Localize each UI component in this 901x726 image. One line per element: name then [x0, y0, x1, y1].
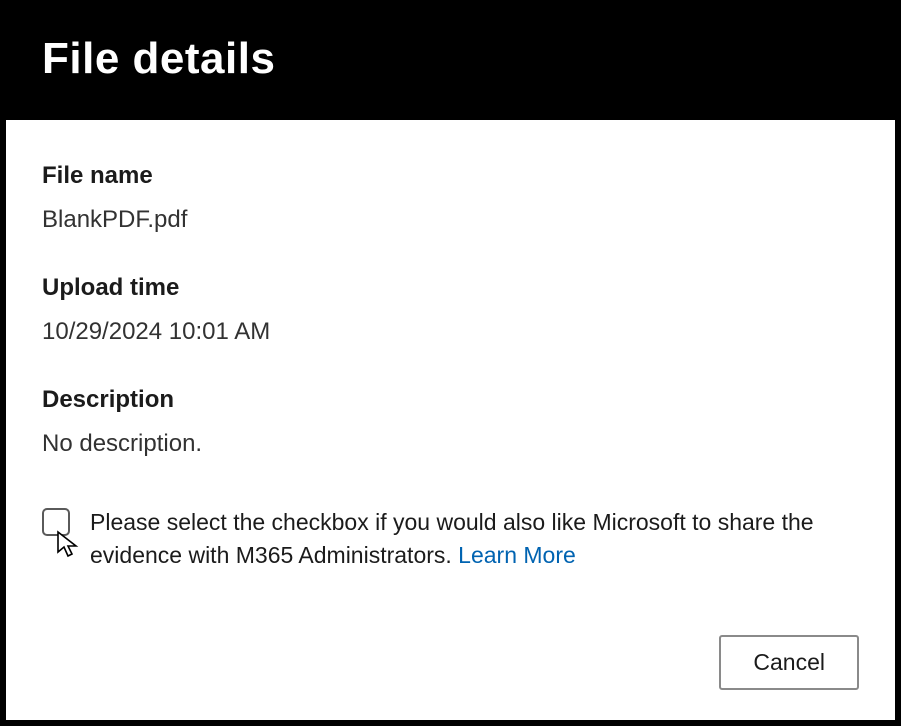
description-field: Description No description.: [42, 386, 859, 458]
upload-time-field: Upload time 10/29/2024 10:01 AM: [42, 274, 859, 346]
upload-time-label: Upload time: [42, 274, 859, 302]
upload-time-value: 10/29/2024 10:01 AM: [42, 318, 859, 346]
dialog-header: File details: [6, 6, 895, 120]
dialog-footer: Cancel: [42, 605, 859, 690]
description-value: No description.: [42, 430, 859, 458]
file-name-value: BlankPDF.pdf: [42, 206, 859, 234]
dialog-title: File details: [42, 34, 859, 84]
learn-more-link[interactable]: Learn More: [458, 542, 576, 568]
description-label: Description: [42, 386, 859, 414]
file-name-label: File name: [42, 162, 859, 190]
share-evidence-checkbox[interactable]: [42, 508, 70, 536]
consent-text: Please select the checkbox if you would …: [90, 509, 814, 568]
cancel-button[interactable]: Cancel: [719, 635, 859, 690]
file-details-dialog: File details File name BlankPDF.pdf Uplo…: [6, 6, 895, 720]
consent-text-wrapper: Please select the checkbox if you would …: [90, 506, 859, 573]
consent-row: Please select the checkbox if you would …: [42, 506, 859, 573]
file-name-field: File name BlankPDF.pdf: [42, 162, 859, 234]
dialog-content: File name BlankPDF.pdf Upload time 10/29…: [6, 120, 895, 720]
